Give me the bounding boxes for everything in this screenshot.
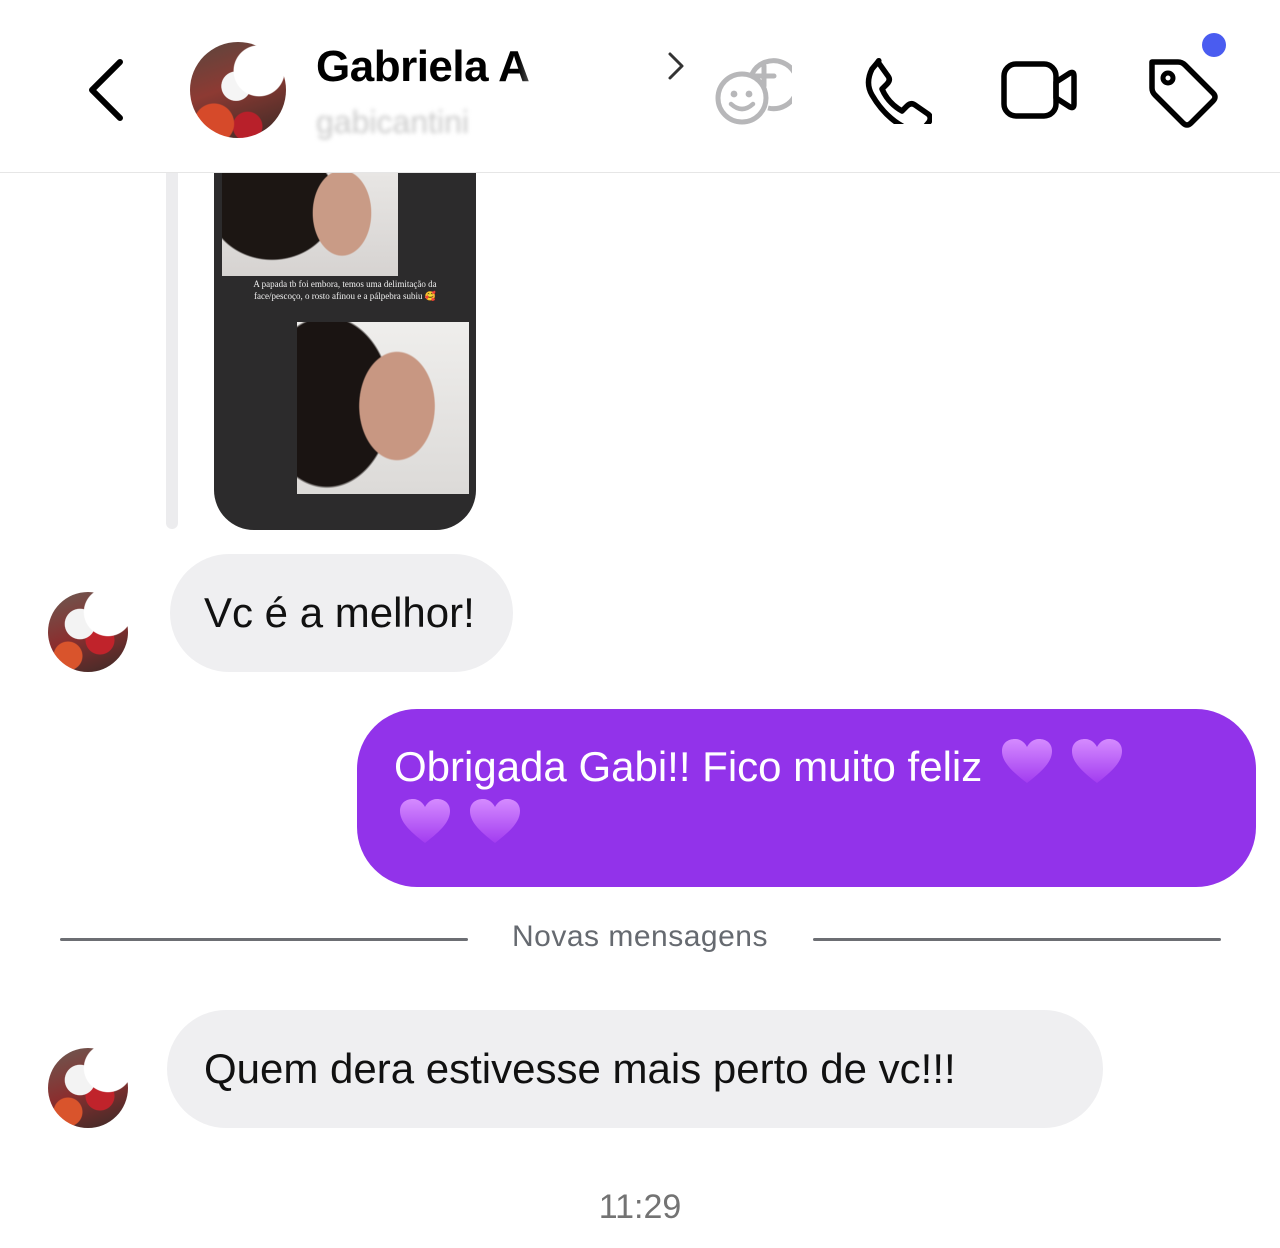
purple-heart-icon [400, 799, 450, 843]
purple-heart-icon [1001, 739, 1052, 783]
incoming-message-bubble[interactable]: Quem dera estivesse mais perto de vc!!! [167, 1010, 1103, 1128]
story-preview[interactable]: A papada tb foi embora, temos uma delimi… [214, 173, 476, 530]
chevron-right-icon[interactable] [664, 50, 688, 82]
contact-username: gabicantini [316, 104, 469, 140]
phone-icon[interactable] [860, 56, 932, 124]
notification-dot [1202, 33, 1226, 57]
sender-avatar[interactable] [48, 592, 128, 672]
new-messages-divider: Novas mensagens [512, 920, 768, 953]
add-friend-sticker-icon[interactable] [712, 52, 792, 128]
story-photo-before [222, 173, 398, 276]
purple-heart-icon [1071, 739, 1122, 783]
chat-header: Gabriela A gabicantini [0, 0, 1280, 173]
message-text: Vc é a melhor! [204, 589, 475, 636]
video-camera-icon[interactable] [1000, 58, 1080, 122]
back-arrow-icon [89, 59, 123, 121]
contact-avatar[interactable] [190, 42, 286, 138]
incoming-message-bubble[interactable]: Vc é a melhor! [170, 554, 513, 672]
back-button[interactable] [78, 52, 138, 128]
contact-name[interactable]: Gabriela A [316, 42, 530, 92]
name-redaction [518, 44, 654, 102]
reply-thread-line [166, 173, 178, 529]
divider-line-right [813, 938, 1221, 941]
message-text: Obrigada Gabi!! Fico muito feliz [394, 743, 983, 790]
message-timestamp: 11:29 [598, 1188, 682, 1226]
divider-line-left [60, 938, 468, 941]
story-photo-after [297, 322, 469, 494]
outgoing-message-bubble[interactable]: Obrigada Gabi!! Fico muito feliz [357, 709, 1256, 887]
tag-icon[interactable] [1144, 52, 1224, 128]
purple-heart-icon [470, 799, 520, 843]
story-caption: A papada tb foi embora, temos uma delimi… [253, 279, 437, 301]
message-text: Quem dera estivesse mais perto de vc!!! [204, 1045, 956, 1092]
chat-screen: Gabriela A gabicantini A papada tb foi e… [0, 0, 1280, 1248]
sender-avatar[interactable] [48, 1048, 128, 1128]
